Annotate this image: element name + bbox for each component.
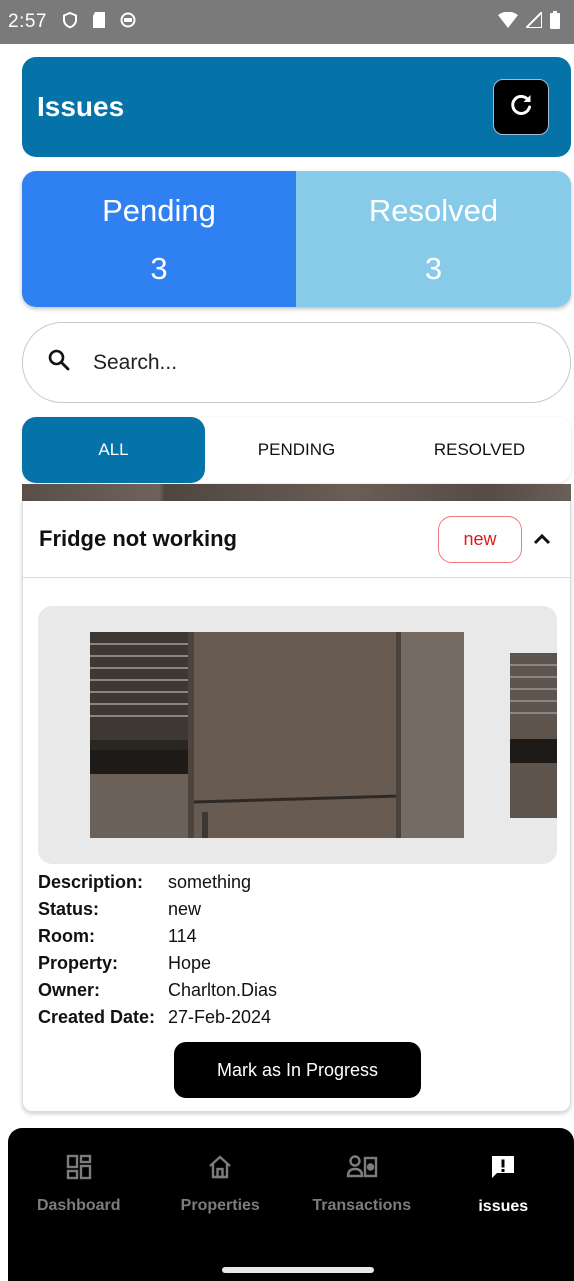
issue-details: Description: something Status: new Room:…: [38, 869, 277, 1031]
sd-card-icon: [91, 11, 107, 34]
transactions-icon: [346, 1154, 378, 1185]
issue-icon: [489, 1153, 517, 1186]
tab-all[interactable]: ALL: [22, 417, 205, 483]
nav-label: issues: [478, 1197, 529, 1215]
nav-label: Transactions: [312, 1196, 412, 1214]
detail-row: Property: Hope: [38, 950, 277, 977]
status-time: 2:57: [8, 11, 47, 32]
issue-image-gallery[interactable]: [38, 606, 557, 864]
issue-summary: Pending 3 Resolved 3: [22, 171, 571, 307]
sync-icon: [119, 11, 137, 34]
tab-pending[interactable]: PENDING: [205, 417, 388, 483]
wifi-icon: [498, 11, 518, 33]
search-input[interactable]: [93, 350, 493, 375]
issue-title: Fridge not working: [39, 526, 237, 551]
previous-card-image-strip: [22, 484, 571, 501]
status-badge: new: [438, 515, 522, 563]
dashboard-icon: [66, 1154, 92, 1185]
battery-icon: [550, 10, 560, 34]
detail-row: Status: new: [38, 896, 277, 923]
pending-summary-card[interactable]: Pending 3: [22, 171, 296, 307]
detail-row: Room: 114: [38, 923, 277, 950]
detail-key: Owner:: [38, 980, 101, 1000]
home-icon: [207, 1154, 233, 1185]
header-bar: Issues: [22, 57, 571, 157]
status-bar: 2:57: [0, 0, 574, 44]
refresh-icon: [508, 92, 534, 123]
page-title: Issues: [37, 91, 125, 122]
shield-icon: [61, 11, 79, 34]
nav-label: Dashboard: [36, 1196, 121, 1214]
detail-value: new: [168, 899, 202, 919]
status-icons-left: [61, 11, 137, 34]
resolved-label: Resolved: [368, 193, 499, 228]
nav-label: Properties: [180, 1196, 260, 1214]
bottom-navigation: Dashboard Properties Transactions issues: [8, 1128, 574, 1281]
pending-count: 3: [150, 251, 168, 286]
detail-key: Room:: [38, 926, 95, 946]
detail-key: Status:: [38, 899, 100, 919]
detail-value: 27-Feb-2024: [168, 1007, 272, 1027]
refresh-button[interactable]: [493, 79, 549, 135]
detail-value: Charlton.Dias: [168, 980, 278, 1000]
pending-label: Pending: [102, 193, 216, 228]
detail-value: something: [168, 872, 252, 892]
detail-value: 114: [168, 926, 197, 946]
mark-in-progress-button[interactable]: Mark as In Progress: [174, 1042, 421, 1098]
nav-dashboard[interactable]: Dashboard: [8, 1154, 150, 1215]
chevron-up-icon[interactable]: [530, 532, 554, 546]
detail-row: Description: something: [38, 869, 277, 896]
detail-value: Hope: [168, 953, 212, 973]
resolved-summary-card[interactable]: Resolved 3: [296, 171, 571, 307]
issue-card: Fridge not working new Description: some…: [22, 501, 571, 1112]
tab-resolved[interactable]: RESOLVED: [388, 417, 571, 483]
nav-transactions[interactable]: Transactions: [291, 1154, 433, 1215]
filter-tabs: ALL PENDING RESOLVED: [22, 417, 571, 483]
detail-key: Description:: [38, 872, 144, 892]
nav-properties[interactable]: Properties: [150, 1154, 292, 1215]
search-bar[interactable]: [22, 322, 571, 403]
issue-photo[interactable]: [90, 632, 464, 838]
search-icon: [47, 348, 71, 377]
next-issue-photo[interactable]: [510, 653, 557, 818]
signal-icon: [523, 9, 543, 33]
nav-issues[interactable]: issues: [433, 1153, 574, 1216]
detail-key: Property:: [38, 953, 119, 973]
resolved-count: 3: [424, 251, 443, 286]
issue-card-header[interactable]: Fridge not working new: [23, 501, 570, 578]
home-indicator[interactable]: [222, 1267, 374, 1273]
detail-row: Owner: Charlton.Dias: [38, 977, 277, 1004]
detail-row: Created Date: 27-Feb-2024: [38, 1004, 277, 1031]
detail-key: Created Date:: [38, 1007, 156, 1027]
status-icons-right: [498, 9, 560, 34]
